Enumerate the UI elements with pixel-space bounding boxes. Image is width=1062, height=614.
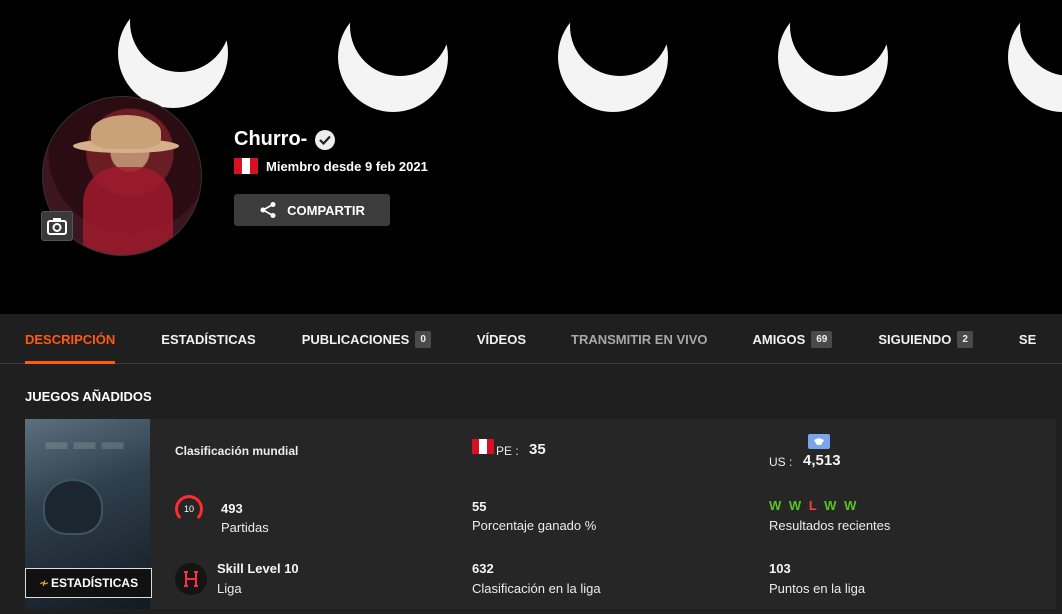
level-badge: 10 — [183, 504, 194, 514]
cover-logo-mark: ▬▬▬ — [45, 429, 130, 454]
tab-transmitir-en-vivo[interactable]: TRANSMITIR EN VIVO — [571, 314, 708, 364]
league-icon — [175, 563, 207, 595]
stats-logo-icon: ≁ — [38, 576, 49, 590]
camera-icon — [47, 218, 67, 235]
profile-name-row: Churro- — [234, 128, 336, 151]
league-points-value: 103 — [769, 561, 791, 576]
us-region-icon — [808, 434, 830, 449]
win-rate-label: Porcentaje ganado % — [472, 518, 597, 533]
pe-ranking-label: PE : — [496, 444, 519, 458]
faceit-level-icon: 10 — [175, 495, 203, 523]
share-icon — [260, 202, 276, 218]
tab-amigos[interactable]: AMIGOS 69 — [753, 314, 833, 364]
share-label: COMPARTIR — [287, 202, 365, 218]
tab-label: PUBLICACIONES — [301, 331, 410, 347]
tab-estadisticas[interactable]: ESTADÍSTICAS — [161, 314, 255, 364]
moon-decoration — [1008, 0, 1062, 112]
tab-label: SE — [1018, 331, 1037, 347]
us-ranking-value: 4,513 — [803, 452, 841, 469]
tab-label: ESTADÍSTICAS — [161, 331, 256, 347]
tab-count-badge: 69 — [811, 330, 833, 348]
league-points-label: Puntos en la liga — [769, 581, 866, 596]
tab-seguidores[interactable]: SE — [1019, 314, 1036, 364]
peru-flag-icon — [234, 158, 258, 174]
game-stats-button[interactable]: ≁ ESTADÍSTICAS — [25, 568, 152, 598]
pe-ranking-value: 35 — [529, 441, 546, 458]
member-since-row: Miembro desde 9 feb 2021 — [234, 158, 428, 174]
tab-siguiendo[interactable]: SIGUIENDO 2 — [878, 314, 973, 364]
us-ranking-label: US : — [769, 455, 793, 469]
tab-label: TRANSMITIR EN VIVO — [571, 331, 708, 347]
share-button[interactable]: COMPARTIR — [234, 194, 390, 226]
result-loss: L — [808, 498, 819, 513]
tab-label: SIGUIENDO — [878, 331, 952, 347]
world-ranking-label: Clasificación mundial — [175, 444, 299, 458]
profile-tabs: DESCRIPCIÓN ESTADÍSTICAS PUBLICACIONES 0… — [0, 314, 1062, 364]
avatar-hat — [91, 115, 161, 149]
recent-results: W W L W W — [769, 498, 858, 513]
league-rank-value: 632 — [472, 561, 494, 576]
tab-label: AMIGOS — [752, 331, 806, 347]
matches-label: Partidas — [221, 520, 269, 535]
result-win: W — [788, 498, 804, 513]
moon-decoration — [118, 0, 230, 108]
moon-decoration — [778, 0, 890, 112]
profile-name: Churro- — [234, 128, 308, 150]
stats-button-label: ESTADÍSTICAS — [50, 576, 139, 590]
tab-publicaciones[interactable]: PUBLICACIONES 0 — [302, 314, 431, 364]
skill-level-value: Skill Level 10 — [217, 561, 299, 576]
game-card: ▬▬▬ ≁ ESTADÍSTICAS Clasificación mundial… — [25, 419, 1056, 609]
moon-decoration — [338, 0, 450, 112]
change-avatar-button[interactable] — [41, 211, 73, 241]
win-rate-value: 55 — [472, 499, 487, 514]
tab-count-badge: 0 — [415, 330, 431, 348]
result-win: W — [844, 498, 859, 513]
tab-descripcion[interactable]: DESCRIPCIÓN — [25, 314, 116, 364]
avatar-figure — [83, 167, 173, 255]
peru-flag-icon — [472, 439, 494, 454]
cover-soldier — [43, 479, 103, 535]
league-label: Liga — [217, 581, 242, 596]
tab-videos[interactable]: VÍDEOS — [477, 314, 526, 364]
member-since: Miembro desde 9 feb 2021 — [266, 158, 428, 174]
verified-icon — [315, 129, 336, 150]
result-win: W — [769, 498, 784, 513]
matches-value: 493 — [221, 501, 243, 516]
tab-label: DESCRIPCIÓN — [25, 331, 116, 347]
tab-label: VÍDEOS — [476, 331, 526, 347]
moon-decoration — [558, 0, 670, 112]
result-win: W — [824, 498, 839, 513]
recent-results-label: Resultados recientes — [769, 518, 891, 533]
league-rank-label: Clasificación en la liga — [472, 581, 601, 596]
section-title: JUEGOS AÑADIDOS — [25, 389, 152, 404]
tab-count-badge: 2 — [957, 330, 973, 348]
